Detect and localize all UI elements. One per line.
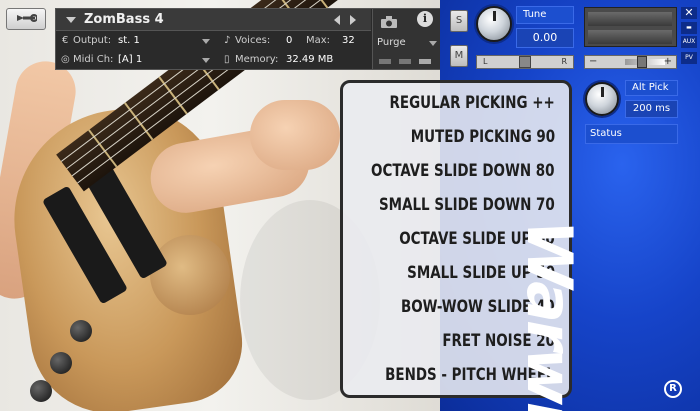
aux-button[interactable]: AUX bbox=[681, 36, 697, 48]
output-icon: € bbox=[62, 35, 69, 46]
warwick-logo: Warwick bbox=[513, 220, 586, 411]
tune-label: Tune bbox=[516, 6, 574, 24]
status-display: Status bbox=[585, 124, 678, 144]
volume-plus-label: + bbox=[663, 56, 672, 67]
midi-icon: ◎ bbox=[61, 54, 70, 65]
max-voices-label: Max: bbox=[306, 35, 331, 46]
output-label: Output: bbox=[73, 35, 112, 46]
output-dropdown-icon[interactable] bbox=[202, 39, 210, 44]
voices-value: 0 bbox=[286, 35, 293, 46]
bass-knob bbox=[50, 352, 72, 374]
max-voices-value[interactable]: 32 bbox=[342, 35, 355, 47]
pan-left-label: L bbox=[483, 57, 488, 66]
volume-handle[interactable] bbox=[637, 56, 647, 68]
memory-value: 32.49 MB bbox=[286, 54, 334, 65]
solo-button[interactable]: S bbox=[450, 10, 468, 32]
player-hand bbox=[250, 100, 340, 170]
pan-right-label: R bbox=[561, 57, 567, 66]
midi-channel-label: Midi Ch: bbox=[73, 54, 114, 65]
alt-pick-value[interactable]: 200 ms bbox=[625, 100, 678, 118]
prev-instrument-icon[interactable] bbox=[334, 15, 340, 25]
purge-indicator bbox=[379, 59, 391, 64]
wrench-icon bbox=[15, 10, 38, 29]
next-instrument-icon[interactable] bbox=[350, 15, 356, 25]
close-icon[interactable]: ✕ bbox=[681, 7, 697, 19]
instrument-title-bar: ZomBass 4 bbox=[56, 9, 371, 31]
bass-knob bbox=[30, 380, 52, 402]
pan-slider[interactable]: L R bbox=[476, 55, 574, 69]
articulation-item: REGULAR PICKING ++ bbox=[389, 93, 555, 113]
instrument-options-button[interactable] bbox=[6, 8, 46, 30]
camera-icon[interactable] bbox=[381, 13, 397, 32]
instrument-name[interactable]: ZomBass 4 bbox=[84, 12, 164, 27]
bass-guitar-horn bbox=[150, 235, 230, 315]
articulation-item: SMALL SLIDE DOWN 70 bbox=[379, 195, 555, 215]
pv-button[interactable]: PV bbox=[681, 52, 697, 64]
memory-label: Memory: bbox=[235, 54, 279, 65]
collapse-arrow-icon[interactable] bbox=[66, 17, 76, 23]
info-icon[interactable]: i bbox=[417, 11, 433, 27]
level-meter bbox=[584, 7, 677, 47]
alt-pick-label: Alt Pick bbox=[625, 80, 678, 96]
articulation-item: OCTAVE SLIDE DOWN 80 bbox=[371, 161, 555, 181]
pan-handle[interactable] bbox=[519, 56, 531, 68]
voices-icon: ♪ bbox=[224, 35, 231, 46]
midi-channel-value[interactable]: [A] 1 bbox=[118, 54, 142, 66]
header-side-controls: i Purge bbox=[372, 9, 440, 69]
meter-left-channel bbox=[588, 12, 672, 26]
purge-indicator bbox=[399, 59, 411, 64]
midi-dropdown-icon[interactable] bbox=[202, 58, 210, 63]
voices-label: Voices: bbox=[235, 35, 271, 46]
bass-knob bbox=[70, 320, 92, 342]
output-value[interactable]: st. 1 bbox=[118, 35, 140, 47]
purge-indicator bbox=[419, 59, 431, 64]
instrument-header: ZomBass 4 € Output: st. 1 ♪ Voices: 0 Ma… bbox=[55, 8, 440, 70]
tune-knob[interactable] bbox=[476, 6, 512, 42]
purge-dropdown-icon[interactable] bbox=[429, 41, 437, 46]
purge-menu[interactable]: Purge bbox=[377, 37, 406, 48]
articulation-item: MUTED PICKING 90 bbox=[410, 127, 555, 147]
meter-right-channel bbox=[588, 30, 672, 44]
alt-pick-knob[interactable] bbox=[585, 82, 619, 116]
registered-mark-icon: R bbox=[664, 380, 682, 398]
mute-button[interactable]: M bbox=[450, 45, 468, 67]
minimize-icon[interactable]: ▬ bbox=[681, 22, 697, 34]
volume-minus-label: − bbox=[589, 56, 598, 67]
volume-slider[interactable]: − + bbox=[584, 55, 677, 69]
memory-icon: ▯ bbox=[224, 54, 230, 65]
tune-value[interactable]: 0.00 bbox=[516, 28, 574, 48]
